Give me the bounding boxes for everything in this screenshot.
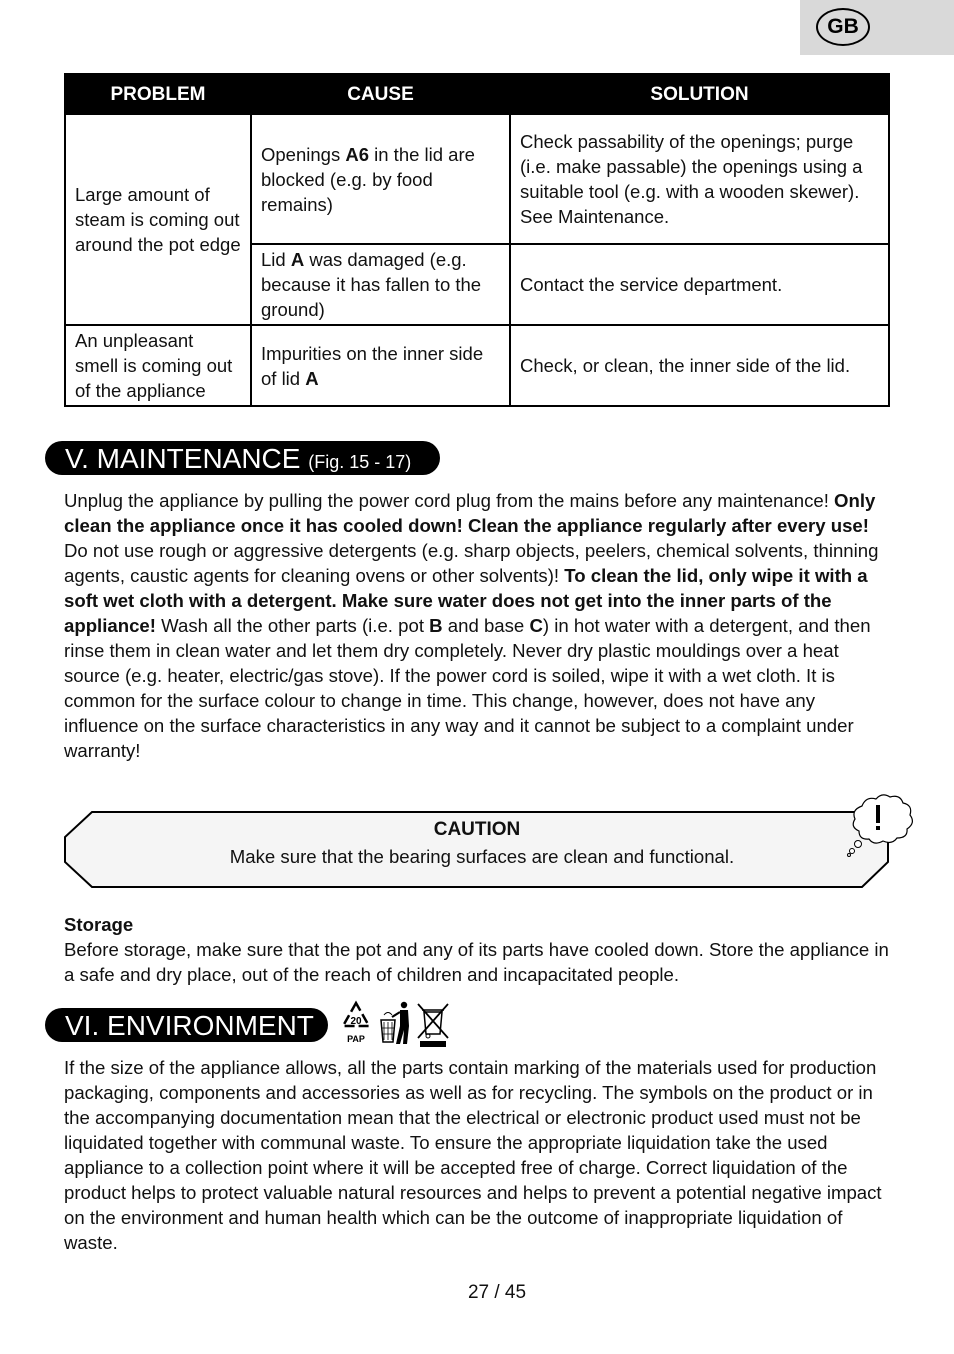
solution-cell: Contact the service department. [509,243,890,326]
crossed-out-wheelie-bin-icon [417,1003,449,1047]
recycle-number: 20 [350,1016,362,1027]
part-ref: A [305,367,319,389]
cause-text: Openings [261,143,346,165]
recycle-pap-20-icon: 20 PAP [340,1000,372,1044]
page-number: 27 / 45 [467,1282,527,1303]
environment-icons: 20 PAP [340,1000,449,1047]
part-ref: A [290,249,305,270]
caution-title: CAUTION [433,819,521,840]
problem-cell: Large amount of steam is coming out arou… [64,113,252,326]
cause-cell: Openings A6 in the lid are blocked (e.g.… [250,113,511,245]
body-text: Unplug the appliance by pulling the powe… [64,490,835,511]
language-badge: GB [816,8,870,46]
emphasis-text: B [429,615,443,636]
caution-text: Make sure that the bearing surfaces are … [229,846,735,867]
solution-cell: Check, or clean, the inner side of the l… [509,324,890,407]
table-row: An unpleasant smell is coming out of the… [64,324,890,407]
storage-text: Before storage, make sure that the pot a… [64,939,889,985]
exclamation-thought-bubble-icon [847,794,913,857]
header-cause: CAUSE [250,73,511,115]
storage-section: Storage Before storage, make sure that t… [64,912,894,987]
environment-heading: VI. ENVIRONMENT [45,1008,328,1042]
language-tab: GB [800,0,954,55]
environment-paragraph: If the size of the appliance allows, all… [64,1057,882,1253]
maintenance-heading: V. MAINTENANCE (Fig. 15 - 17) [45,441,440,475]
cause-text: Impurities on the inner side of lid [261,342,484,389]
maintenance-paragraph: Unplug the appliance by pulling the powe… [64,488,894,763]
solution-cell: Check passability of the openings; purge… [509,113,890,245]
header-solution: SOLUTION [509,73,890,115]
cause-text: Lid [261,249,291,270]
table-header-row: PROBLEM CAUSE SOLUTION [64,73,890,115]
cause-cell: Impurities on the inner side of lid A [250,324,511,407]
part-ref: A6 [345,143,369,165]
troubleshooting-table: PROBLEM CAUSE SOLUTION Large amount of s… [64,73,890,407]
emphasis-text: C [529,615,543,636]
tidy-man-bin-icon [380,1001,409,1044]
section-title: V. MAINTENANCE [65,443,301,474]
cause-cell: Lid A was damaged (e.g. because it has f… [250,243,511,326]
body-text: and base [442,615,530,636]
body-text: ) in hot water with a detergent, and the… [64,615,871,761]
caution-box: CAUTION Make sure that the bearing surfa… [64,810,890,888]
problem-cell: An unpleasant smell is coming out of the… [64,324,252,407]
recycle-label: PAP [347,1034,365,1044]
body-text: Wash all the other parts (i.e. pot [155,615,430,636]
header-problem: PROBLEM [64,73,252,115]
table-row: Large amount of steam is coming out arou… [64,113,890,326]
storage-title: Storage [64,914,134,935]
figure-reference: (Fig. 15 - 17) [308,452,412,472]
